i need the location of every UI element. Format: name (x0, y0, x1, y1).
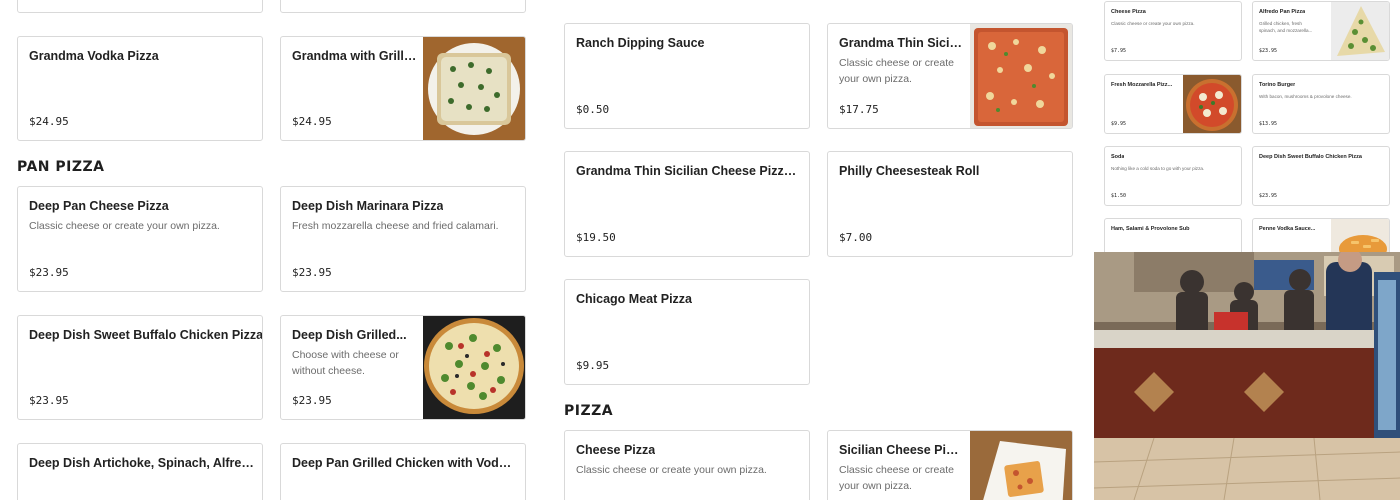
item-name: Cheese Pizza (1111, 9, 1146, 15)
menu-card-deep-dish-artichoke[interactable]: Deep Dish Artichoke, Spinach, Alfredo... (17, 443, 263, 500)
item-name: Penne Vodka Sauce... (1259, 226, 1316, 232)
item-name: Ranch Dipping Sauce (576, 36, 705, 50)
item-name: Deep Dish Grilled... (292, 328, 407, 342)
item-name: Philly Cheesesteak Roll (839, 164, 980, 178)
item-description: Classic cheese or create your own pizza. (576, 464, 767, 476)
item-description: With bacon, mushrooms & provolone cheese… (1259, 94, 1352, 99)
menu-card-grandma-thin-sicilian[interactable]: Grandma Thin Sicilia... Classic cheese o… (827, 23, 1073, 129)
menu-card-cheese-pizza[interactable]: Cheese Pizza Classic cheese or create yo… (564, 430, 810, 500)
item-name: Deep Pan Cheese Pizza (29, 199, 169, 213)
item-description: Nothing like a cold soda to go with your… (1111, 166, 1205, 171)
item-price: $1.50 (1111, 193, 1127, 199)
item-description: Fresh mozzarella cheese and fried calama… (292, 220, 499, 232)
item-price: $23.95 (1259, 48, 1278, 54)
item-name: Chicago Meat Pizza (576, 292, 692, 306)
item-price: $19.50 (576, 231, 616, 244)
grandma-thin-sicilian-photo (970, 24, 1072, 128)
item-description: Classic cheese or create your own pizza. (839, 463, 954, 494)
item-name: Alfredo Pan Pizza (1259, 9, 1306, 15)
sicilian-cheese-photo (970, 431, 1072, 500)
item-description: Classic cheese or create your own pizza. (839, 56, 954, 87)
item-price: $17.75 (839, 103, 879, 116)
item-price: $23.95 (1259, 193, 1278, 199)
item-description-line: Classic cheese or create (839, 464, 954, 476)
mini-card-deep-dish-sweet-buffalo[interactable]: Deep Dish Sweet Buffalo Chicken Pizza $2… (1252, 146, 1390, 206)
item-name: Torino Burger (1259, 82, 1296, 88)
item-name: Ham, Salami & Provolone Sub (1111, 226, 1190, 232)
mini-card-torino-burger[interactable]: Torino Burger With bacon, mushrooms & pr… (1252, 74, 1390, 134)
item-name: Grandma Vodka Pizza (29, 49, 159, 63)
menu-card-chicago-meat-pizza[interactable]: Chicago Meat Pizza $9.95 (564, 279, 810, 385)
alfredo-pan-pizza-photo (1331, 2, 1389, 60)
item-price: $23.95 (29, 266, 69, 279)
item-description-line: spinach, and mozzarella... (1259, 28, 1313, 33)
mini-card-fresh-mozzarella[interactable]: Fresh Mozzarella Pizz... $9.95 (1104, 74, 1242, 134)
grandma-grilled-pizza-photo (423, 37, 525, 140)
item-price: $24.95 (292, 115, 332, 128)
mini-card-soda[interactable]: Soda Nothing like a cold soda to go with… (1104, 146, 1242, 206)
item-name: Cheese Pizza (576, 443, 656, 457)
menu-card-grandma-grilled[interactable]: Grandma with Grilled... $24.95 (280, 36, 526, 141)
item-price: $7.00 (839, 231, 873, 244)
item-price: $9.95 (576, 359, 610, 372)
item-description-line: without cheese. (292, 364, 365, 377)
item-description: Grilled chicken, fresh spinach, and mozz… (1259, 20, 1312, 34)
item-price: $23.95 (29, 394, 69, 407)
menu-card-deep-pan-grilled-chicken-vodka[interactable]: Deep Pan Grilled Chicken with Vodka... (280, 443, 526, 500)
menu-card-deep-dish-grilled[interactable]: Deep Dish Grilled... Choose with cheese … (280, 315, 526, 420)
item-price: $0.50 (576, 103, 610, 116)
menu-card-deep-dish-sweet-buffalo[interactable]: Deep Dish Sweet Buffalo Chicken Pizza $2… (17, 315, 263, 420)
item-description-line: Grilled chicken, fresh (1259, 21, 1302, 26)
item-name: Deep Pan Grilled Chicken with Vodka... (292, 456, 517, 470)
item-name: Deep Dish Sweet Buffalo Chicken Pizza (1259, 154, 1362, 160)
item-name: Grandma Thin Sicilia... (839, 36, 964, 50)
section-title-pizza: PIZZA (564, 403, 614, 419)
item-description: Classic cheese or create your own pizza. (1111, 21, 1195, 26)
item-price: $23.95 (292, 266, 332, 279)
item-price: $9.95 (1111, 121, 1127, 127)
deep-dish-grilled-pizza-photo (423, 316, 525, 419)
item-name: Fresh Mozzarella Pizz... (1111, 82, 1173, 88)
item-name: Soda (1111, 154, 1125, 160)
item-description-line: your own pizza. (839, 72, 912, 85)
menu-card-philly-cheesesteak-roll[interactable]: Philly Cheesesteak Roll $7.00 (827, 151, 1073, 257)
item-name: Grandma with Grilled... (292, 49, 417, 63)
item-price: $24.95 (29, 115, 69, 128)
item-description: Classic cheese or create your own pizza. (29, 220, 220, 232)
section-title-pan-pizza: PAN PIZZA (17, 159, 105, 175)
item-price: $13.95 (1259, 121, 1278, 127)
fresh-mozzarella-photo (1183, 75, 1241, 133)
menu-card-sicilian-cheese-pizza[interactable]: Sicilian Cheese Pizza Classic cheese or … (827, 430, 1073, 500)
menu-card-top-clipped-2[interactable] (280, 0, 526, 13)
item-description-line: your own pizza. (839, 479, 912, 492)
mini-card-cheese-pizza[interactable]: Cheese Pizza Classic cheese or create yo… (1104, 1, 1242, 61)
item-name: Deep Dish Artichoke, Spinach, Alfredo... (29, 456, 254, 470)
item-description: Choose with cheese or without cheese. (292, 348, 399, 379)
menu-card-top-clipped-1[interactable] (17, 0, 263, 13)
menu-card-deep-pan-cheese[interactable]: Deep Pan Cheese Pizza Classic cheese or … (17, 186, 263, 292)
item-price: $7.95 (1111, 48, 1127, 54)
menu-card-grandma-thin-sicilian-with[interactable]: Grandma Thin Sicilian Cheese Pizza with.… (564, 151, 810, 257)
item-price: $23.95 (292, 394, 332, 407)
menu-card-deep-dish-marinara[interactable]: Deep Dish Marinara Pizza Fresh mozzarell… (280, 186, 526, 292)
menu-card-grandma-vodka[interactable]: Grandma Vodka Pizza $24.95 (17, 36, 263, 141)
menu-card-ranch-dipping-sauce[interactable]: Ranch Dipping Sauce $0.50 (564, 23, 810, 129)
item-name: Sicilian Cheese Pizza (839, 443, 964, 457)
item-description-line: Choose with cheese or (292, 349, 399, 361)
item-name: Deep Dish Marinara Pizza (292, 199, 444, 213)
item-name: Grandma Thin Sicilian Cheese Pizza with.… (576, 164, 801, 178)
restaurant-interior-photo (1094, 252, 1400, 500)
item-name: Deep Dish Sweet Buffalo Chicken Pizza (29, 328, 263, 342)
mini-card-alfredo-pan-pizza[interactable]: Alfredo Pan Pizza Grilled chicken, fresh… (1252, 1, 1390, 61)
item-description-line: Classic cheese or create (839, 57, 954, 69)
